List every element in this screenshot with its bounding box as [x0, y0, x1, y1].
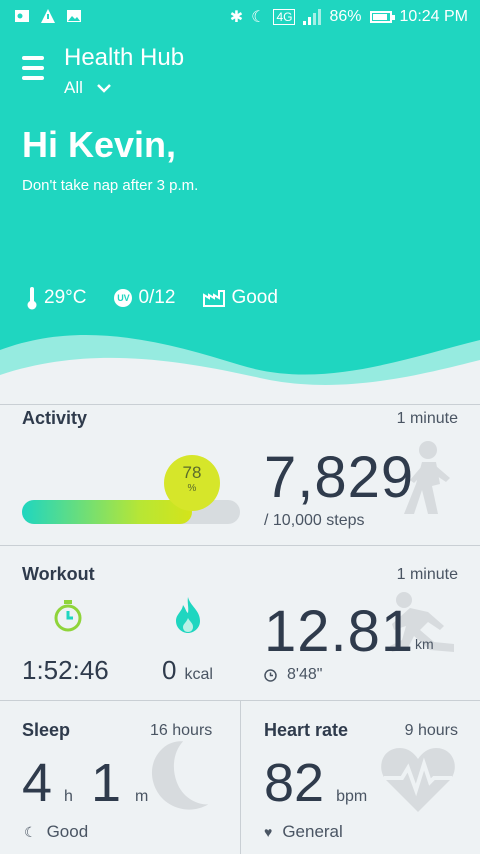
- greeting-title: Hi Kevin,: [22, 124, 177, 165]
- app-title: Health Hub: [64, 44, 185, 71]
- uv-icon: UV: [114, 289, 133, 307]
- filter-value: All: [64, 78, 83, 97]
- air-quality: Good: [203, 287, 278, 309]
- wave-decoration: [0, 334, 480, 400]
- workout-title: Workout: [22, 564, 95, 584]
- temperature: 29°C: [26, 286, 86, 310]
- flame-icon: [176, 597, 200, 633]
- heart-icon: ♥: [264, 824, 273, 840]
- moon-icon: ☾: [251, 9, 266, 26]
- steps-goal: / 10,000 steps: [264, 512, 365, 529]
- menu-icon: [22, 56, 44, 60]
- workout-distance: 12.81: [264, 599, 415, 664]
- chevron-down-icon: [97, 84, 111, 93]
- activity-updated: 1 minute: [396, 410, 458, 427]
- battery-icon: [369, 11, 395, 23]
- bluetooth-icon: ✱: [229, 9, 244, 26]
- divider: [0, 404, 480, 405]
- filter-dropdown[interactable]: All: [64, 78, 111, 98]
- workout-pace: 8'48": [264, 666, 322, 684]
- image-icon: [67, 10, 81, 22]
- signal-icon: [303, 9, 322, 25]
- divider: [0, 545, 480, 546]
- health-tip: Don't take nap after 3 p.m.: [22, 177, 199, 194]
- sleep-duration: 4 h 1 m: [22, 753, 149, 813]
- clock-icon: [264, 668, 277, 682]
- uv-index: UV 0/12: [114, 287, 175, 309]
- moon-small-icon: ☾: [24, 823, 37, 840]
- network-type: 4G: [273, 9, 296, 25]
- steps-progress-fill: [22, 500, 192, 524]
- battery-percent: 86%: [329, 8, 362, 25]
- activity-title: Activity: [22, 408, 88, 428]
- stopwatch-icon: [54, 600, 82, 632]
- heart-rate-title: Heart rate: [264, 720, 349, 740]
- heart-rate-value: 82 bpm: [264, 753, 368, 813]
- outlook-icon: [15, 10, 29, 22]
- sleep-title: Sleep: [22, 720, 71, 740]
- menu-button[interactable]: [22, 56, 44, 82]
- progress-bubble: 78 %: [164, 455, 220, 511]
- weather-row: 29°C UV 0/12 Good: [26, 286, 306, 310]
- factory-icon: [203, 290, 226, 307]
- sleep-updated: 16 hours: [150, 722, 213, 739]
- workout-distance-unit: km: [415, 636, 434, 652]
- thermometer-icon: [27, 287, 37, 310]
- steps-count: 7,829: [264, 445, 415, 510]
- heart-rate-updated: 9 hours: [404, 722, 458, 739]
- sleep-quality: ☾ Good: [24, 822, 89, 841]
- alert-icon: [41, 9, 55, 23]
- divider: [240, 700, 241, 854]
- workout-duration: 1:52:46: [22, 655, 109, 685]
- heart-rate-status: ♥ General: [264, 822, 343, 841]
- clock: 10:24 PM: [399, 8, 468, 25]
- heart-pulse-icon: [381, 748, 455, 812]
- status-bar: ✱ ☾ 4G 86% 10:24 PM: [0, 0, 480, 34]
- workout-updated: 1 minute: [396, 566, 458, 583]
- workout-calories: 0 kcal: [162, 655, 213, 685]
